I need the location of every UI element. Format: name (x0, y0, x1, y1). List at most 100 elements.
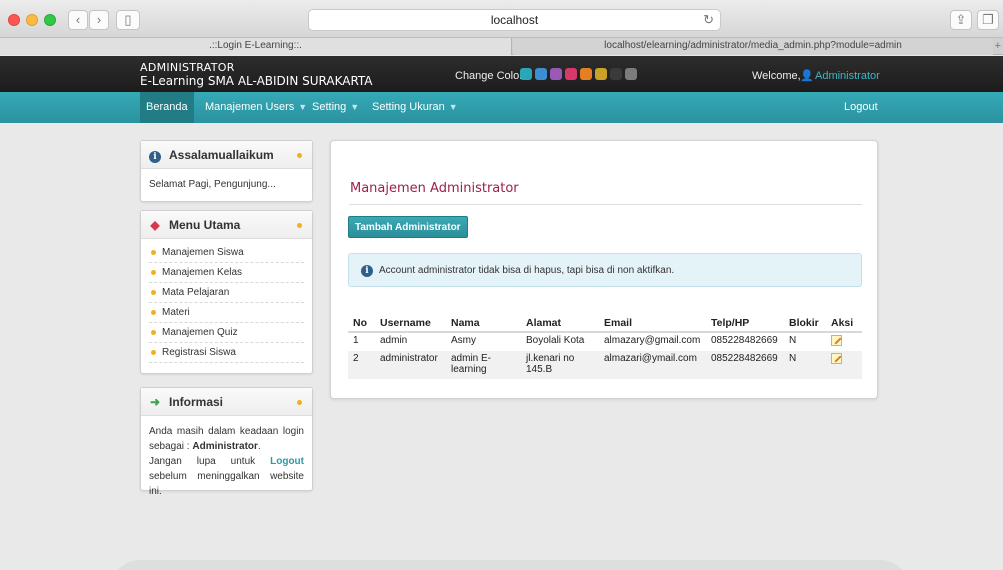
menu-item-mata-pelajaran[interactable]: Mata Pelajaran (149, 283, 304, 303)
bullet-icon (151, 249, 156, 255)
close-window-button[interactable] (8, 14, 20, 26)
menu-item-manajemen-quiz[interactable]: Manajemen Quiz (149, 323, 304, 343)
info-text-2: Jangan lupa untuk (149, 456, 256, 467)
show-tabs-button[interactable]: ❐ (977, 10, 999, 30)
chevron-left-icon: ‹ (75, 12, 81, 27)
nav-manajemen-users-label: Manajemen Users (205, 101, 295, 113)
color-swatch[interactable] (565, 68, 577, 80)
column-header-username: Username (375, 314, 446, 333)
menu-title: Menu Utama (169, 218, 241, 232)
address-text: localhost (490, 13, 539, 27)
reload-icon[interactable]: ↻ (703, 10, 714, 30)
info-body: Anda masih dalam keadaan login sebagai :… (149, 426, 304, 497)
greeting-box: i Assalamuallaikum Selamat Pagi, Pengunju… (140, 140, 313, 202)
chevron-right-icon: › (96, 12, 102, 27)
cell-blokir: N (784, 332, 826, 351)
welcome-label: Welcome, (752, 70, 801, 82)
tab-media-admin[interactable]: localhost/elearning/administrator/media_… (513, 38, 993, 55)
footer-decoration (110, 560, 910, 570)
forward-button[interactable]: › (89, 10, 109, 30)
cell-username: admin (375, 332, 446, 351)
share-button[interactable]: ⇪ (950, 10, 972, 30)
admin-table: No Username Nama Alamat Email Telp/HP Bl… (348, 314, 862, 379)
bullet-icon (151, 349, 156, 355)
edit-icon[interactable] (831, 353, 842, 364)
title-divider (349, 204, 862, 205)
dot-icon (297, 223, 302, 228)
nav-setting-ukuran-label: Setting Ukuran (372, 101, 445, 113)
color-swatches (520, 68, 637, 80)
bullet-icon (151, 289, 156, 295)
tab-login[interactable]: .::Login E-Learning::. (0, 38, 512, 55)
nav-setting[interactable]: Setting ▼ (306, 92, 365, 123)
info-icon: i (361, 265, 373, 277)
nav-setting-ukuran[interactable]: Setting Ukuran ▼ (366, 92, 464, 123)
info-box: ➜ Informasi Anda masih dalam keadaan logi… (140, 387, 313, 497)
menu-item-materi[interactable]: Materi (149, 303, 304, 323)
user-icon: 👤 (800, 70, 814, 82)
menu-item-label: Registrasi Siswa (162, 347, 236, 358)
info-logout-link[interactable]: Logout (270, 456, 304, 467)
nav-beranda[interactable]: Beranda (140, 92, 194, 123)
color-swatch[interactable] (625, 68, 637, 80)
back-button[interactable]: ‹ (68, 10, 88, 30)
cell-email[interactable]: almazary@gmail.com (599, 332, 706, 351)
add-administrator-button[interactable]: Tambah Administrator (348, 216, 468, 238)
column-header-aksi: Aksi (826, 314, 862, 333)
menu-item-manajemen-kelas[interactable]: Manajemen Kelas (149, 263, 304, 283)
menu-item-manajemen-siswa[interactable]: Manajemen Siswa (149, 243, 304, 263)
nav-logout[interactable]: Logout (838, 92, 884, 123)
greeting-box-header: i Assalamuallaikum (141, 141, 312, 169)
caret-down-icon: ▼ (448, 102, 458, 112)
zoom-window-button[interactable] (44, 14, 56, 26)
menu-item-label: Mata Pelajaran (162, 287, 230, 298)
menu-item-registrasi-siswa[interactable]: Registrasi Siswa (149, 343, 304, 363)
info-alert-text: Account administrator tidak bisa di hapu… (379, 265, 675, 276)
site-header: ADMINISTRATOR E-Learning SMA AL-ABIDIN S… (0, 56, 1003, 92)
cell-no: 1 (348, 332, 375, 351)
dot-icon (297, 400, 302, 405)
tab-bar: .::Login E-Learning::. localhost/elearni… (0, 38, 1003, 55)
cell-alamat: Boyolali Kota (521, 332, 599, 351)
bullet-icon (151, 269, 156, 275)
cell-nama: admin E-learning (446, 351, 521, 379)
tabs-icon: ❐ (982, 12, 994, 27)
table-row: 2 administrator admin E-learning jl.kena… (348, 351, 862, 379)
header-role: ADMINISTRATOR (140, 61, 235, 74)
info-box-header: ➜ Informasi (141, 388, 312, 416)
column-header-nama: Nama (446, 314, 521, 333)
menu-item-label: Manajemen Quiz (162, 327, 238, 338)
minimize-window-button[interactable] (26, 14, 38, 26)
menu-box: ◆ Menu Utama Manajemen Siswa Manajemen Ke… (140, 210, 313, 374)
color-swatch[interactable] (595, 68, 607, 80)
eraser-icon: ◆ (150, 218, 160, 232)
new-tab-icon[interactable]: + (995, 38, 1001, 54)
greeting-title: Assalamuallaikum (169, 148, 274, 162)
color-swatch[interactable] (550, 68, 562, 80)
nav-manajemen-users[interactable]: Manajemen Users ▼ (199, 92, 313, 123)
cell-email[interactable]: almazari@ymail.com (599, 351, 706, 379)
color-swatch[interactable] (535, 68, 547, 80)
column-header-blokir: Blokir (784, 314, 826, 333)
menu-item-label: Manajemen Kelas (162, 267, 243, 278)
share-icon: ⇪ (955, 12, 967, 27)
cell-alamat: jl.kenari no 145.B (521, 351, 599, 379)
sidebar-icon: ▯ (124, 12, 132, 27)
cell-aksi (826, 351, 862, 379)
page-title: Manajemen Administrator (350, 181, 519, 196)
color-swatch[interactable] (580, 68, 592, 80)
edit-icon[interactable] (831, 335, 842, 346)
color-swatch[interactable] (520, 68, 532, 80)
color-swatch[interactable] (610, 68, 622, 80)
header-user-link[interactable]: Administrator (815, 70, 880, 82)
browser-titlebar: ‹ › ▯ localhost ↻ ⇪ ❐ (0, 0, 1003, 38)
bullet-icon (151, 309, 156, 315)
info-alert: i Account administrator tidak bisa di ha… (348, 253, 862, 287)
menu-item-label: Manajemen Siswa (162, 247, 244, 258)
info-text-3: sebelum meninggalkan website ini. (149, 471, 304, 497)
sidebar-toggle-button[interactable]: ▯ (116, 10, 140, 30)
main-panel: Manajemen Administrator Tambah Administr… (330, 140, 878, 399)
caret-down-icon: ▼ (350, 102, 360, 112)
address-bar[interactable]: localhost ↻ (308, 9, 721, 31)
bullet-icon (151, 329, 156, 335)
